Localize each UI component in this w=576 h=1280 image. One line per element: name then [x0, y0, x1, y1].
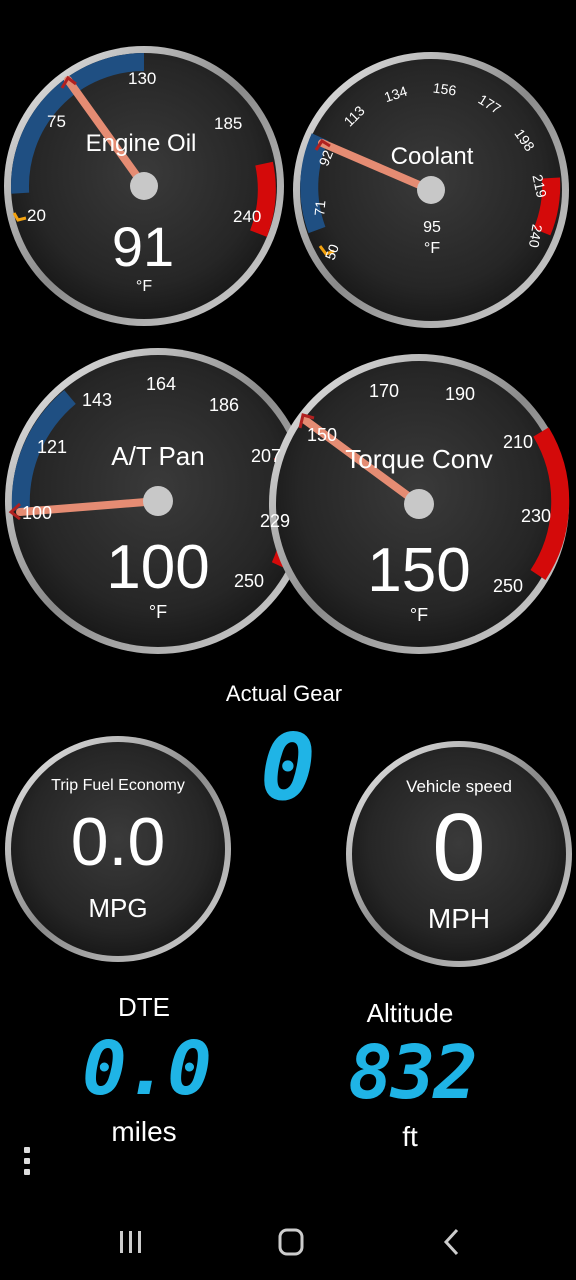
coolant-tick-label: 156 — [432, 79, 458, 99]
vehicle-speed-value: 0 — [432, 794, 486, 901]
actual-gear-value: 0 — [260, 714, 315, 821]
coolant-tick-label: 71 — [311, 199, 329, 217]
coolant-unit: °F — [423, 240, 441, 257]
at-pan-tick-label: 186 — [209, 395, 240, 415]
coolant-title: Coolant — [390, 143, 474, 170]
coolant-hub — [417, 176, 445, 204]
torque-conv-tick-label: 190 — [445, 384, 476, 404]
torque-conv-tick-label: 150 — [307, 425, 338, 445]
at-pan-tick-label: 207 — [251, 446, 282, 466]
coolant-gauge — [293, 52, 569, 328]
torque-conv-unit: °F — [409, 605, 429, 625]
engine-oil-tick-label: 20 — [27, 206, 46, 225]
engine-oil-tick-label: 185 — [214, 114, 243, 133]
dte-unit: miles — [111, 1116, 177, 1147]
engine-oil-value: 91 — [111, 215, 175, 278]
engine-oil-tick-label: 75 — [47, 112, 66, 131]
torque-conv-tick-label: 210 — [503, 432, 534, 452]
engine-oil-title: Engine Oil — [85, 130, 197, 157]
at-pan-title: A/T Pan — [111, 441, 205, 471]
at-pan-hub — [143, 486, 173, 516]
engine-oil-unit: °F — [135, 278, 153, 295]
trip-fuel-title: Trip Fuel Economy — [51, 777, 185, 794]
engine-oil-hub — [130, 172, 158, 200]
actual-gear-label: Actual Gear — [225, 681, 343, 706]
dte-value: 0.0 — [82, 1026, 212, 1112]
torque-conv-title: Torque Conv — [345, 444, 493, 474]
back-icon[interactable] — [433, 1226, 473, 1258]
torque-conv-hub — [404, 489, 434, 519]
engine-oil-tick-label: 240 — [233, 207, 262, 226]
trip-fuel-unit: MPG — [88, 893, 148, 923]
at-pan-tick-label: 143 — [82, 390, 113, 410]
altitude-label: Altitude — [366, 998, 454, 1028]
at-pan-tick-label: 164 — [146, 374, 177, 394]
altitude-value: 832 — [348, 1030, 478, 1116]
navigation-bar — [0, 1200, 576, 1280]
dte-label: DTE — [118, 992, 170, 1022]
recent-apps-icon[interactable] — [110, 1226, 150, 1258]
coolant-value: 95 — [423, 219, 441, 236]
vertical-dots-icon[interactable] — [20, 1147, 34, 1183]
engine-oil-tick-label: 130 — [128, 69, 157, 88]
at-pan-tick-label: 250 — [234, 571, 265, 591]
at-pan-tick-label: 229 — [260, 511, 291, 531]
at-pan-tick-label: 121 — [37, 437, 68, 457]
vehicle-speed-unit: MPH — [427, 903, 491, 934]
at-pan-unit: °F — [148, 602, 168, 622]
at-pan-tick-label: 100 — [22, 503, 53, 523]
home-icon[interactable] — [271, 1226, 311, 1258]
torque-conv-value: 150 — [367, 536, 471, 605]
altitude-unit: ft — [402, 1121, 418, 1152]
torque-conv-tick-label: 170 — [369, 381, 400, 401]
at-pan-value: 100 — [106, 533, 210, 602]
trip-fuel-value: 0.0 — [70, 804, 166, 880]
torque-conv-tick-label: 250 — [493, 576, 524, 596]
torque-conv-tick-label: 230 — [521, 506, 552, 526]
